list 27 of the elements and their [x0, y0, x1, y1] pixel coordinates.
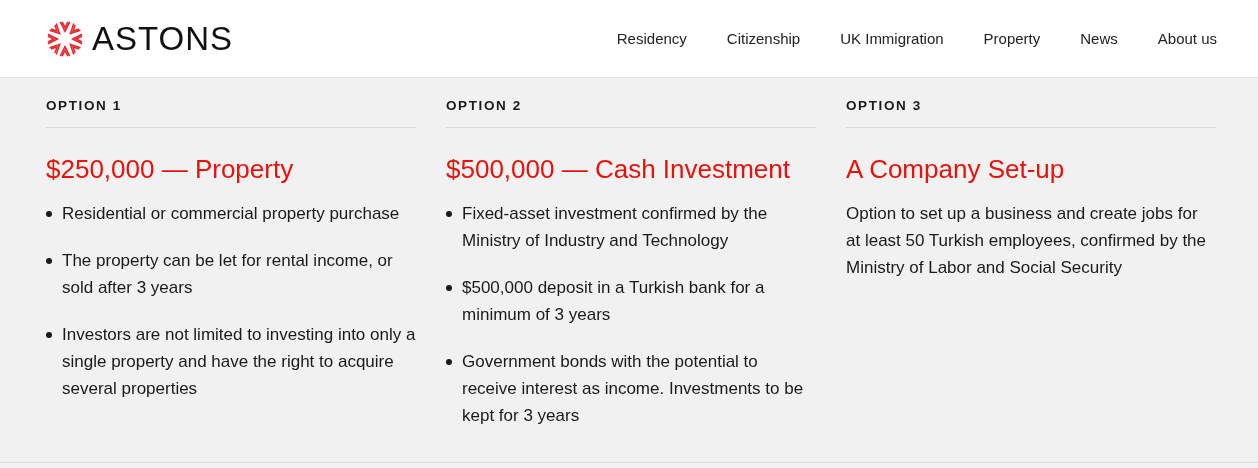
option-title: $500,000 — Cash Investment [446, 154, 791, 185]
logo-text: ASTONS [92, 19, 234, 58]
nav-link[interactable]: Citizenship [726, 30, 801, 47]
bullet-dot [446, 285, 452, 291]
nav-link[interactable]: About us [1157, 30, 1217, 47]
nav-link[interactable]: News [1080, 30, 1118, 47]
bullet-text: Investors are not limited to investing into only a single property and have the right to acquire several properties [62, 324, 416, 400]
nav-link[interactable]: UK Immigration [840, 30, 944, 47]
nav-link[interactable]: Property [983, 30, 1041, 47]
logo-icon [46, 19, 84, 58]
bullet-dot [46, 332, 52, 338]
option-label: OPTION 1 [46, 78, 416, 128]
option-label: OPTION 3 [846, 78, 1216, 128]
option-description: Option to set up a business and create jobs for at least 50 Turkish employees, confirmed by the Ministry of Labor and Social Security [846, 203, 1207, 279]
option-title: A Company Set-up [846, 154, 1066, 185]
bullet-dot [446, 359, 452, 365]
bullet-dot [46, 211, 52, 217]
bullet-text: $500,000 deposit in a Turkish bank for a minimum of 3 years [462, 277, 766, 326]
bullet-dot [446, 211, 452, 217]
bullet-dot [46, 258, 52, 264]
option-title: $250,000 — Property [46, 154, 295, 185]
bullet-text: Residential or commercial property purchase [62, 203, 401, 225]
option-label: OPTION 2 [446, 78, 816, 128]
bullet-text: Fixed-asset investment confirmed by the Ministry of Industry and Technology [462, 203, 769, 252]
nav-link[interactable]: Residency [616, 30, 687, 47]
bullet-text: Government bonds with the potential to receive interest as income. Investments to be kept for 3 years [462, 351, 805, 427]
bullet-text: The property can be let for rental income, or sold after 3 years [62, 250, 394, 299]
